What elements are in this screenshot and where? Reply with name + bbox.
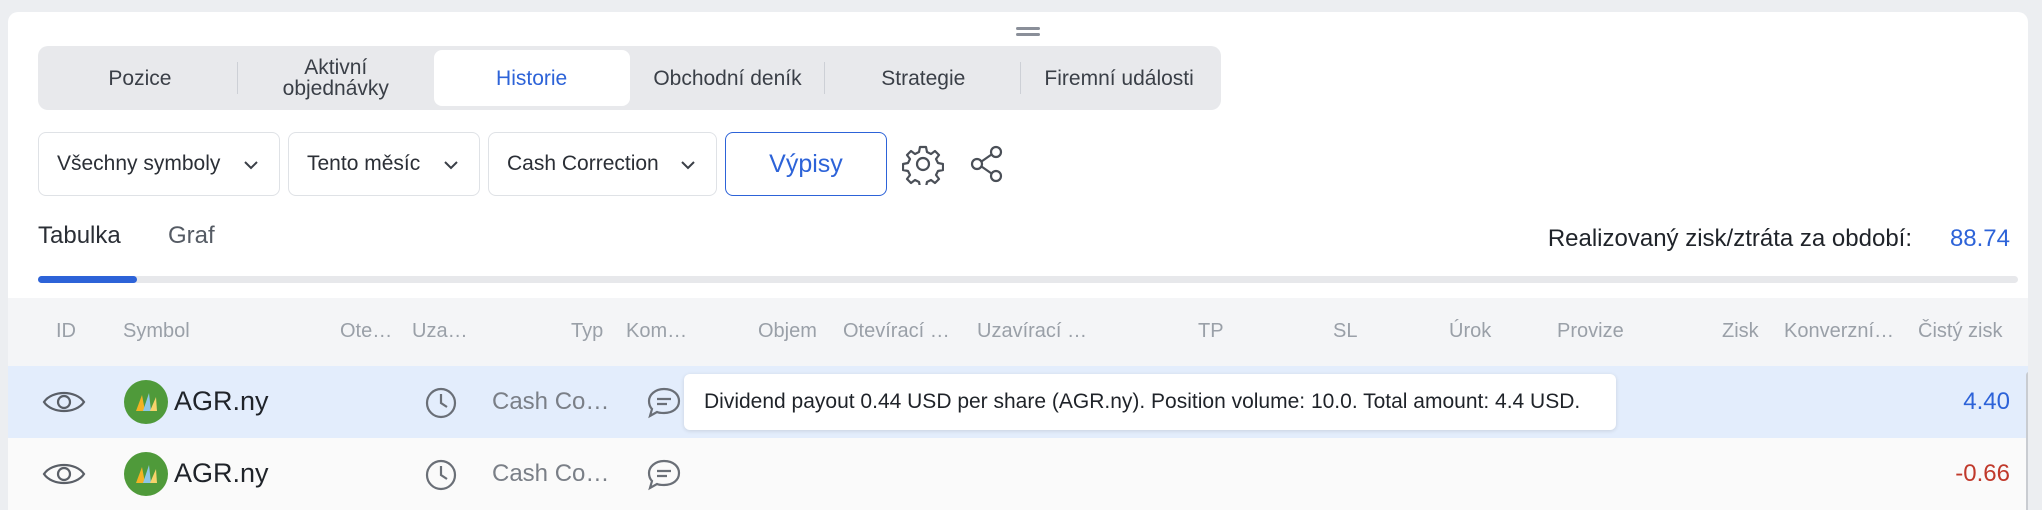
clock-icon: [425, 387, 457, 419]
statements-button[interactable]: Výpisy: [725, 132, 887, 196]
eye-icon[interactable]: [42, 460, 86, 488]
eye-icon[interactable]: [42, 388, 86, 416]
view-tab-chart[interactable]: Graf: [168, 222, 215, 250]
row-type: Cash Co…: [492, 388, 610, 415]
tab-aktivni-objednavky[interactable]: Aktivní objednávky: [238, 50, 434, 106]
chevron-down-icon: [244, 161, 258, 170]
view-tab-table[interactable]: Tabulka: [38, 222, 121, 250]
row-symbol: AGR.ny: [174, 458, 269, 488]
period-filter-label: Tento měsíc: [307, 152, 421, 175]
column-header-type[interactable]: Typ: [571, 320, 603, 343]
symbol-filter-dropdown[interactable]: Všechny symboly: [38, 132, 280, 196]
column-header-close-price[interactable]: Uzavírací …: [977, 320, 1087, 343]
column-header-open-time[interactable]: Ote…: [340, 320, 392, 343]
tab-obchodni-denik[interactable]: Obchodní deník: [630, 50, 826, 106]
column-header-tp[interactable]: TP: [1198, 320, 1224, 343]
view-tab-indicator: [38, 276, 137, 283]
column-header-net-profit[interactable]: Čistý zisk: [1918, 320, 2002, 343]
column-header-volume[interactable]: Objem: [758, 320, 817, 343]
tab-firemni-udalosti[interactable]: Firemní události: [1021, 50, 1217, 106]
tab-historie[interactable]: Historie: [433, 50, 630, 106]
comment-icon[interactable]: [646, 386, 682, 420]
row-symbol: AGR.ny: [174, 386, 269, 416]
history-panel: Pozice Aktivní objednávky Historie Obcho…: [8, 12, 2028, 510]
column-header-close-time[interactable]: Uza…: [412, 320, 468, 343]
table-scrollbar[interactable]: [2026, 372, 2028, 510]
column-header-open-price[interactable]: Otevírací …: [843, 320, 950, 343]
realized-pl-value: 88.74: [1949, 225, 2010, 252]
type-filter-label: Cash Correction: [507, 152, 659, 175]
column-header-commission[interactable]: Provize: [1557, 320, 1624, 343]
chevron-down-icon: [444, 161, 458, 170]
type-filter-dropdown[interactable]: Cash Correction: [488, 132, 717, 196]
row-net-profit: -0.66: [1955, 460, 2010, 487]
row-net-profit: 4.40: [1963, 388, 2010, 415]
clock-icon: [425, 459, 457, 491]
drag-handle-icon[interactable]: [1016, 27, 1040, 39]
column-header-symbol[interactable]: Symbol: [123, 320, 190, 343]
table-header: ID Symbol Ote… Uza… Typ Kom… Objem Oteví…: [8, 298, 2028, 366]
column-header-id[interactable]: ID: [56, 320, 76, 343]
comment-icon[interactable]: [646, 458, 682, 492]
gear-icon[interactable]: [902, 143, 944, 185]
comment-tooltip: Dividend payout 0.44 USD per share (AGR.…: [684, 374, 1616, 430]
column-header-conversion[interactable]: Konverzní…: [1784, 320, 1894, 343]
tab-pozice[interactable]: Pozice: [42, 50, 238, 106]
column-header-interest[interactable]: Úrok: [1449, 320, 1491, 343]
period-filter-dropdown[interactable]: Tento měsíc: [288, 132, 480, 196]
tab-strategie[interactable]: Strategie: [825, 50, 1022, 106]
view-tab-indicator-track: [38, 276, 2018, 283]
row-type: Cash Co…: [492, 460, 610, 487]
column-header-profit[interactable]: Zisk: [1722, 320, 1759, 343]
realized-pl-label: Realizovaný zisk/ztráta za období:: [1547, 225, 1912, 252]
column-header-comment[interactable]: Kom…: [626, 320, 687, 343]
table-row[interactable]: AGR.ny Cash Co… -0.66: [8, 438, 2028, 510]
share-icon[interactable]: [966, 143, 1008, 185]
symbol-logo-icon: [124, 452, 168, 496]
section-tabs: Pozice Aktivní objednávky Historie Obcho…: [38, 46, 1221, 110]
symbol-filter-label: Všechny symboly: [57, 152, 221, 175]
column-header-sl[interactable]: SL: [1333, 320, 1357, 343]
chevron-down-icon: [681, 161, 695, 170]
symbol-logo-icon: [124, 380, 168, 424]
